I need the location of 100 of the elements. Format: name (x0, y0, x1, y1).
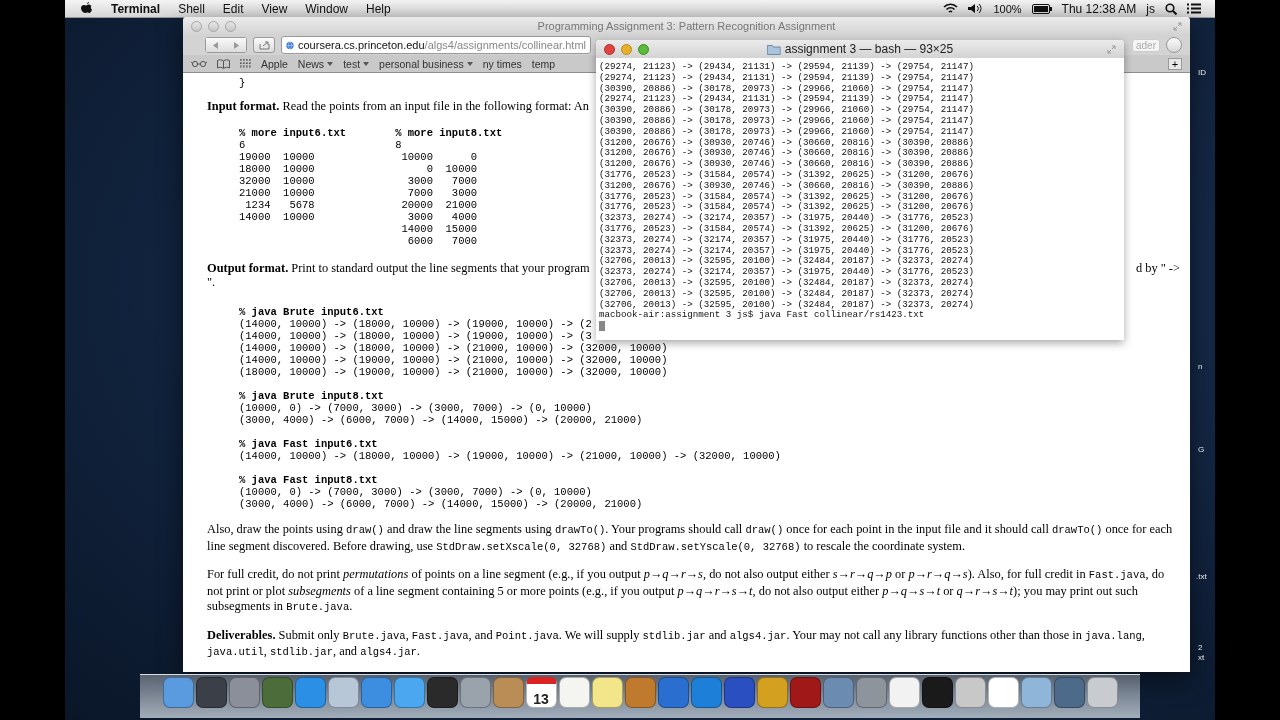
output-line: 6 (239, 138, 246, 151)
search-icon[interactable] (1165, 2, 1177, 15)
paragraph: Deliverables. Submit only Brute.java, Fast.java, and Point.java. We will supply stdlib.jar and algs4.jar. Your may not call any library functions other than those in java.lang, java.util, stdlib.jar, and algs4.jar. (207, 627, 1146, 660)
output-line: 32000 10000 (239, 174, 315, 187)
output-line: 3000 4000 (406, 210, 478, 223)
paragraph: Also, draw the points using draw() and draw the line segments using drawTo(). Your programs should call draw() once for each point in the input file and it should call drawTo() once for each line segment discovered. Before drawing, use StdDraw.setXscale(0, 32768) and StdDraw.setYscale(0, 32768) to rescale the coordinate system. (207, 522, 1174, 555)
terminal-line: (32373, 20274) -> (32174, 20357) -> (31975, 20440) -> (31776, 20523) (599, 267, 975, 278)
output-line: (14000, 10000) -> (18000, 10000) -> (21000, 10000) -> (32000, 10000) (239, 342, 668, 354)
caret-icon[interactable] (327, 61, 334, 66)
bookmark-item[interactable]: personal business (379, 57, 464, 70)
window-title: assignment 3 — bash — 93×25 (784, 42, 954, 56)
battery-percentage: 100% (993, 2, 1022, 15)
menu-clock[interactable]: Thu 12:38 AM (1061, 1, 1137, 16)
globe-icon (286, 39, 294, 51)
terminal-line: (32373, 20274) -> (32174, 20357) -> (31975, 20440) -> (31776, 20523) (599, 234, 975, 246)
book-icon[interactable] (217, 58, 230, 69)
window-control-button[interactable] (638, 43, 649, 55)
terminal-line: (32373, 20274) -> (32174, 20357) -> (31975, 20440) -> (31776, 20523) (599, 245, 975, 256)
output-line: 6000 7000 (406, 234, 478, 247)
menu-item[interactable]: Window (305, 1, 348, 16)
forward-arrow-icon (233, 41, 239, 49)
terminal-line: (32706, 20013) -> (32595, 20100) -> (32484, 20187) -> (32373, 20274) (599, 256, 975, 267)
paragraph: For full credit, do not print permutations of points on a line segment (e.g., if you output p→q→r→s, do not also output either s→r→q→p or p→r→q→s). Also, for full credit in Fast.java, do not print or plot subsegments of a line segment containing 5 or more points (e.g., if you output p→q→r→s→t, do not also output either p→q→s→t or q→r→s→t); you may print out such subsegments in Brute.java. (207, 567, 1166, 615)
terminal-line: (29274, 21123) -> (29434, 21131) -> (29594, 21139) -> (29754, 21147) (599, 94, 975, 105)
command-line: % java Fast input8.txt (239, 474, 378, 486)
output-line: 1234 5678 (244, 198, 315, 211)
desktop-icon-label: .txt (1196, 572, 1207, 581)
code-text: } (239, 77, 246, 89)
battery-icon[interactable] (1031, 3, 1052, 14)
fullscreen-icon[interactable] (1107, 44, 1116, 54)
output-line: 21000 10000 (239, 186, 315, 199)
menu-item[interactable]: Edit (222, 1, 244, 16)
output-line: (18000, 10000) -> (19000, 10000) -> (21000, 10000) -> (32000, 10000) (239, 366, 668, 378)
paragraph: Input format. Read the points from an input file in the following format: An (207, 99, 589, 115)
terminal-line: (29274, 21123) -> (29434, 21131) -> (29594, 21139) -> (29754, 21147) (599, 72, 975, 84)
fullscreen-icon[interactable] (1173, 21, 1182, 31)
terminal-line: (31200, 20676) -> (30930, 20746) -> (30660, 20816) -> (30390, 20886) (599, 148, 975, 159)
share-button[interactable] (253, 37, 275, 53)
command-line: % more input8.txt (395, 126, 503, 139)
user-name[interactable]: js (1146, 1, 1155, 16)
terminal-line: (31776, 20523) -> (31584, 20574) -> (31392, 20625) -> (31200, 20676) (599, 191, 975, 202)
output-line: (14000, 10000) -> (18000, 10000) -> (19000, 10000) -> (21000, 10000) -> (32000, 10000) (239, 450, 781, 462)
output-line: 14000 10000 (239, 210, 315, 223)
output-line: (14000, 10000) -> (18000, 10000) -> (19000, 10000) -> (2 (239, 318, 592, 330)
terminal-line: (30390, 20886) -> (30178, 20973) -> (29966, 21060) -> (29754, 21147) (599, 83, 975, 94)
output-line: (14000, 10000) -> (19000, 10000) -> (21000, 10000) -> (32000, 10000) (239, 354, 668, 366)
output-line: 7000 3000 (406, 186, 478, 199)
bookmark-item[interactable]: News (297, 57, 325, 70)
list-icon[interactable] (1187, 3, 1201, 14)
calendar-icon[interactable]: 13 (525, 677, 557, 708)
command-line: % java Fast input6.txt (239, 438, 378, 450)
menu-item[interactable]: View (261, 1, 288, 16)
output-line: 20000 21000 (400, 198, 478, 211)
speaker-icon[interactable] (968, 3, 984, 14)
terminal-line: (29274, 21123) -> (29434, 21131) -> (29594, 21139) -> (29754, 21147) (599, 62, 975, 73)
grid-icon[interactable] (240, 59, 251, 68)
window-title: Programming Assignment 3: Pattern Recognition Assignment (537, 20, 836, 32)
menu-item[interactable]: Shell (178, 1, 205, 16)
apple-logo-icon[interactable] (81, 2, 93, 15)
terminal-prompt: macbook-air:assignment 3 js$ java Fast collinear/rs1423.txt (599, 310, 926, 322)
window-control-button[interactable] (604, 43, 615, 55)
new-tab-button[interactable]: + (1168, 57, 1182, 70)
paragraph-fragment: d by " -> (1135, 260, 1180, 276)
terminal-line: (31776, 20523) -> (31584, 20574) -> (31392, 20625) -> (31200, 20676) (599, 169, 975, 181)
caret-icon[interactable] (466, 61, 473, 66)
back-arrow-icon (213, 41, 219, 49)
terminal-line: (32706, 20013) -> (32595, 20100) -> (32484, 20187) -> (32373, 20274) (599, 288, 975, 300)
menu-item[interactable]: Help (366, 1, 391, 16)
desktop-icon-label: 2 (1198, 643, 1203, 652)
terminal-line: (30390, 20886) -> (30178, 20973) -> (29966, 21060) -> (29754, 21147) (599, 116, 975, 127)
output-line: 8 (395, 138, 402, 151)
desktop-icon-label: G (1198, 445, 1205, 454)
command-line: % java Brute input6.txt (239, 306, 384, 318)
menu-item[interactable]: Terminal (111, 1, 161, 16)
caret-icon[interactable] (363, 61, 370, 66)
command-line: % more input6.txt (239, 126, 347, 139)
bookmark-item[interactable]: ny times (482, 57, 522, 70)
output-line: (10000, 0) -> (7000, 3000) -> (3000, 7000) -> (0, 10000) (239, 402, 592, 414)
glasses-icon[interactable] (191, 60, 207, 67)
terminal-line: (31776, 20523) -> (31584, 20574) -> (31392, 20625) -> (31200, 20676) (599, 202, 975, 213)
bookmark-item[interactable]: temp (531, 57, 556, 70)
wifi-icon[interactable] (943, 3, 959, 14)
paragraph: Output format. Print to standard output the line segments that your program (207, 260, 590, 276)
bookmark-item[interactable]: Apple (261, 57, 288, 70)
output-line: 0 10000 (425, 162, 478, 175)
text-cursor (599, 321, 605, 332)
desktop-icon-label: ID (1198, 68, 1206, 77)
output-line: 19000 10000 (239, 150, 315, 163)
desktop-icon-label: n (1198, 362, 1203, 371)
share-icon (258, 40, 270, 50)
address-field[interactable]: coursera.cs.princeton.edu/algs4/assignments/collinear.html (281, 36, 591, 54)
output-line: 10000 0 (400, 150, 478, 163)
output-line: 14000 15000 (400, 222, 478, 235)
bookmark-item[interactable]: test (343, 57, 361, 70)
terminal-line: (32706, 20013) -> (32595, 20100) -> (32484, 20187) -> (32373, 20274) (599, 277, 975, 289)
downloads-button[interactable] (1166, 37, 1182, 53)
terminal-line: (30390, 20886) -> (30178, 20973) -> (29966, 21060) -> (29754, 21147) (599, 105, 975, 116)
command-line: % java Brute input8.txt (239, 390, 384, 402)
terminal-line: (31200, 20676) -> (30930, 20746) -> (30660, 20816) -> (30390, 20886) (599, 137, 975, 148)
window-control-button[interactable] (621, 43, 632, 55)
